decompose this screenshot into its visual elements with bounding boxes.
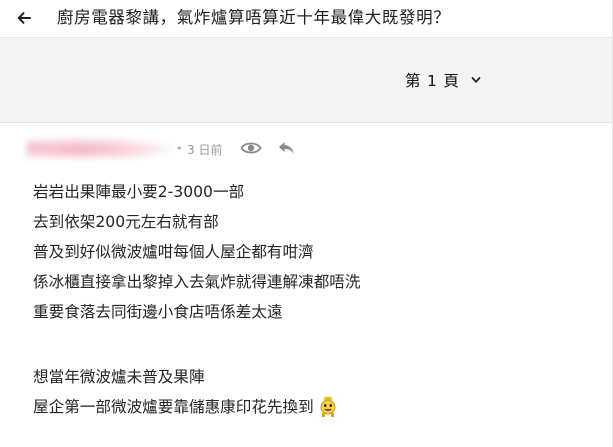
post-line: 去到依架200元左右就有部 xyxy=(33,213,219,231)
view-button[interactable] xyxy=(240,139,262,157)
thread-title: 廚房電器黎講，氣炸爐算唔算近十年最偉大既發明？ xyxy=(57,8,451,27)
post-line: 想當年微波爐未普及果陣 xyxy=(33,368,205,386)
username-blurred[interactable]: 用戶 xyxy=(26,137,174,159)
post-body: 岩岩出果陣最小要2-3000一部 去到依架200元左右就有部 普及到好似微波爐咁… xyxy=(33,180,593,425)
page-bar: 第 1 頁 xyxy=(0,38,612,123)
post-line: 重要食落去同街邊小食店唔係差太遠 xyxy=(33,303,283,321)
post-line: 岩岩出果陣最小要2-3000一部 xyxy=(33,183,245,201)
page-number-label: 第 1 頁 xyxy=(405,72,460,90)
back-button[interactable] xyxy=(11,5,37,31)
reply-button[interactable] xyxy=(276,138,296,158)
emoticon-icon xyxy=(318,396,338,418)
thread-header: 廚房電器黎講，氣炸爐算唔算近十年最偉大既發明？ xyxy=(0,0,612,38)
reply-icon xyxy=(279,142,294,154)
arrow-left-icon xyxy=(17,12,31,24)
page-selector[interactable]: 第 1 頁 xyxy=(405,68,481,92)
meta-separator: • xyxy=(176,142,183,155)
eye-icon xyxy=(240,142,262,154)
chevron-down-icon xyxy=(471,76,481,84)
post-line-last: 屋企第一部微波爐要靠儲惠康印花先換到 xyxy=(33,395,593,425)
post-time: 3 日前 xyxy=(187,143,223,157)
post-line-blank xyxy=(33,330,593,365)
post-line: 係冰櫃直接拿出黎掉入去氣炸就得連解凍都唔洗 xyxy=(33,273,361,291)
post-meta: 用戶 • 3 日前 xyxy=(0,136,612,162)
post-line-text: 屋企第一部微波爐要靠儲惠康印花先換到 xyxy=(33,398,314,416)
post-line: 普及到好似微波爐咁每個人屋企都有咁濟 xyxy=(33,243,314,261)
